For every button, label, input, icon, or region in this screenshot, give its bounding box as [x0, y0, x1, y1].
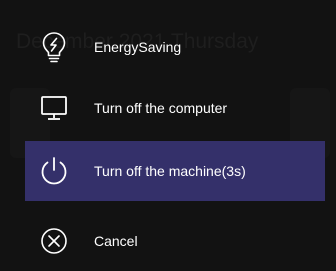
cancel-icon	[36, 223, 72, 259]
menu-item-cancel[interactable]: Cancel	[25, 211, 325, 271]
menu-item-label: EnergySaving	[94, 39, 182, 55]
power-icon	[36, 153, 72, 189]
menu-item-label: Cancel	[94, 233, 138, 249]
menu-item-energy-saving[interactable]: EnergySaving	[25, 17, 325, 77]
menu-item-label: Turn off the computer	[94, 100, 228, 116]
bulb-icon	[36, 29, 72, 65]
monitor-icon	[36, 90, 72, 126]
menu-item-label: Turn off the machine(3s)	[94, 163, 246, 179]
menu-item-turn-off-machine[interactable]: Turn off the machine(3s)	[25, 141, 325, 201]
menu-item-turn-off-computer[interactable]: Turn off the computer	[25, 78, 325, 138]
shutdown-menu: EnergySaving Turn off the computer Turn …	[0, 0, 336, 271]
